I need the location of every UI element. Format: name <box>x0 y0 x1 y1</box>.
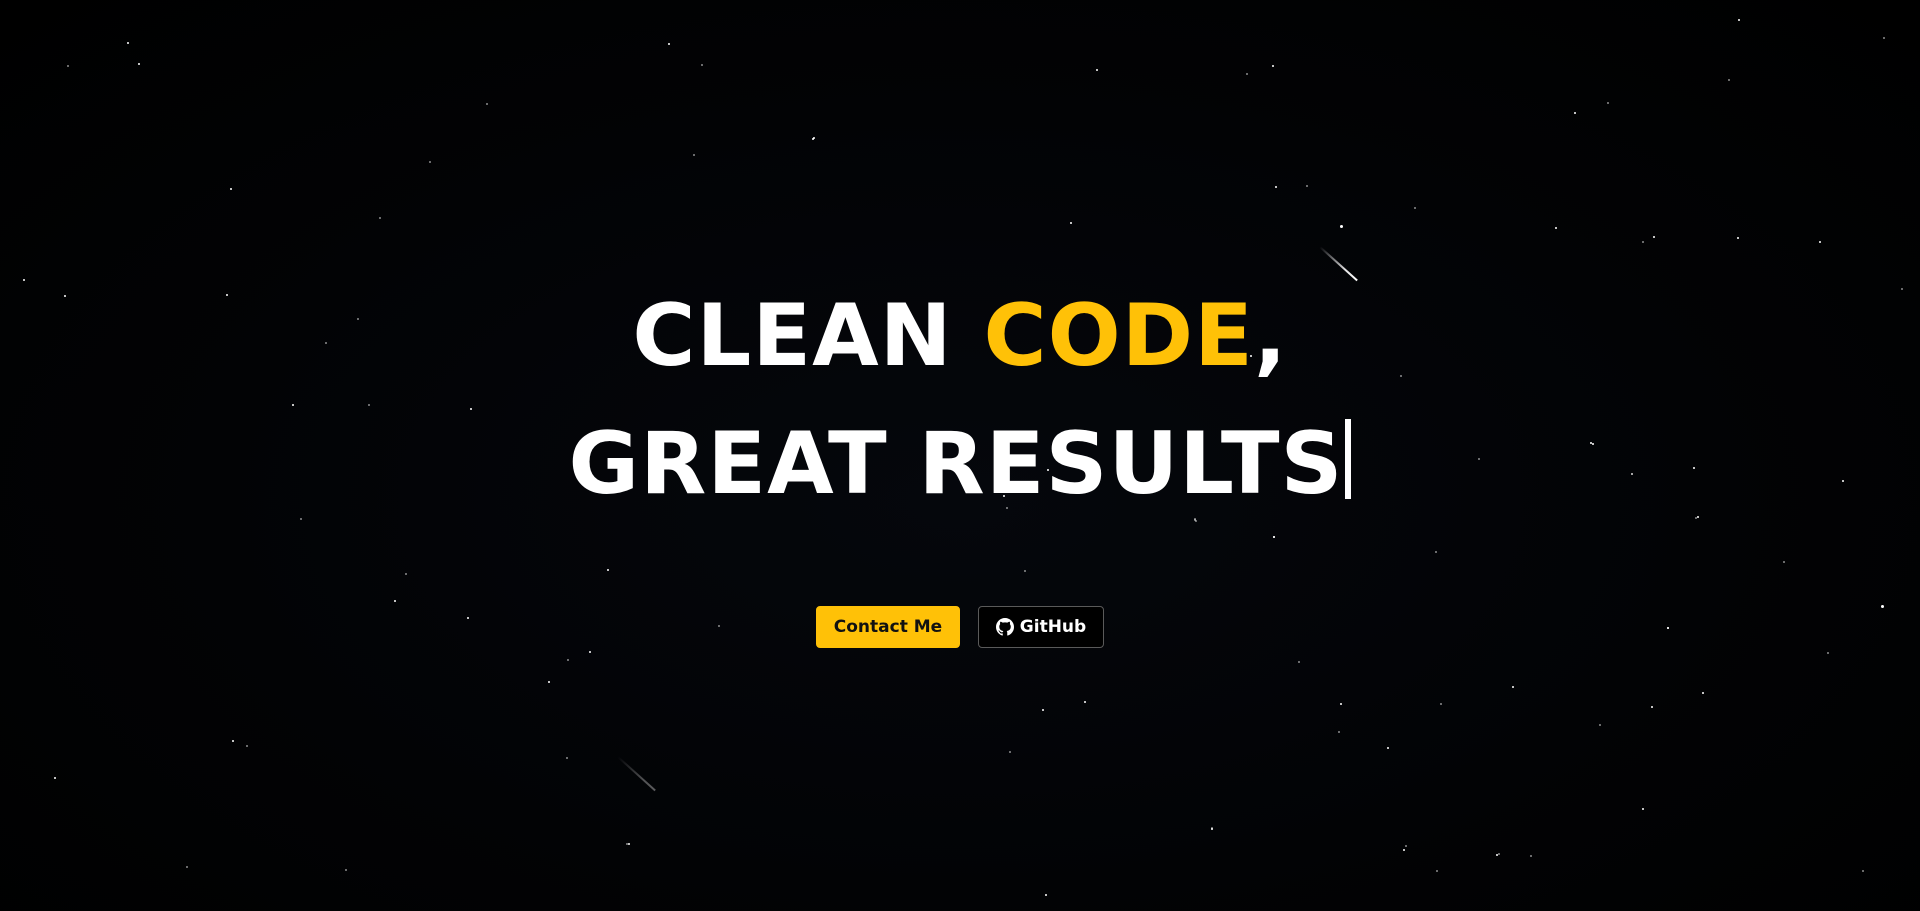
typing-cursor <box>1345 419 1352 499</box>
headline-line-1-prefix: CLEAN <box>632 286 984 386</box>
headline-line-1-suffix: , <box>1253 286 1288 386</box>
headline-line-2: GREAT RESULTS <box>0 400 1920 528</box>
hero-actions: Contact Me GitHub <box>0 606 1920 648</box>
github-label: GitHub <box>1019 617 1087 637</box>
headline-accent-word: CODE <box>983 286 1254 386</box>
hero-headline: CLEAN CODE, GREAT RESULTS <box>0 272 1920 528</box>
github-icon <box>995 618 1014 636</box>
contact-me-button[interactable]: Contact Me <box>816 606 960 648</box>
hero-section: CLEAN CODE, GREAT RESULTS Contact Me Git… <box>0 0 1920 911</box>
github-button[interactable]: GitHub <box>978 606 1104 648</box>
headline-line-2-text: GREAT RESULTS <box>568 414 1344 514</box>
contact-me-label: Contact Me <box>833 617 943 637</box>
headline-line-1: CLEAN CODE, <box>0 272 1920 400</box>
